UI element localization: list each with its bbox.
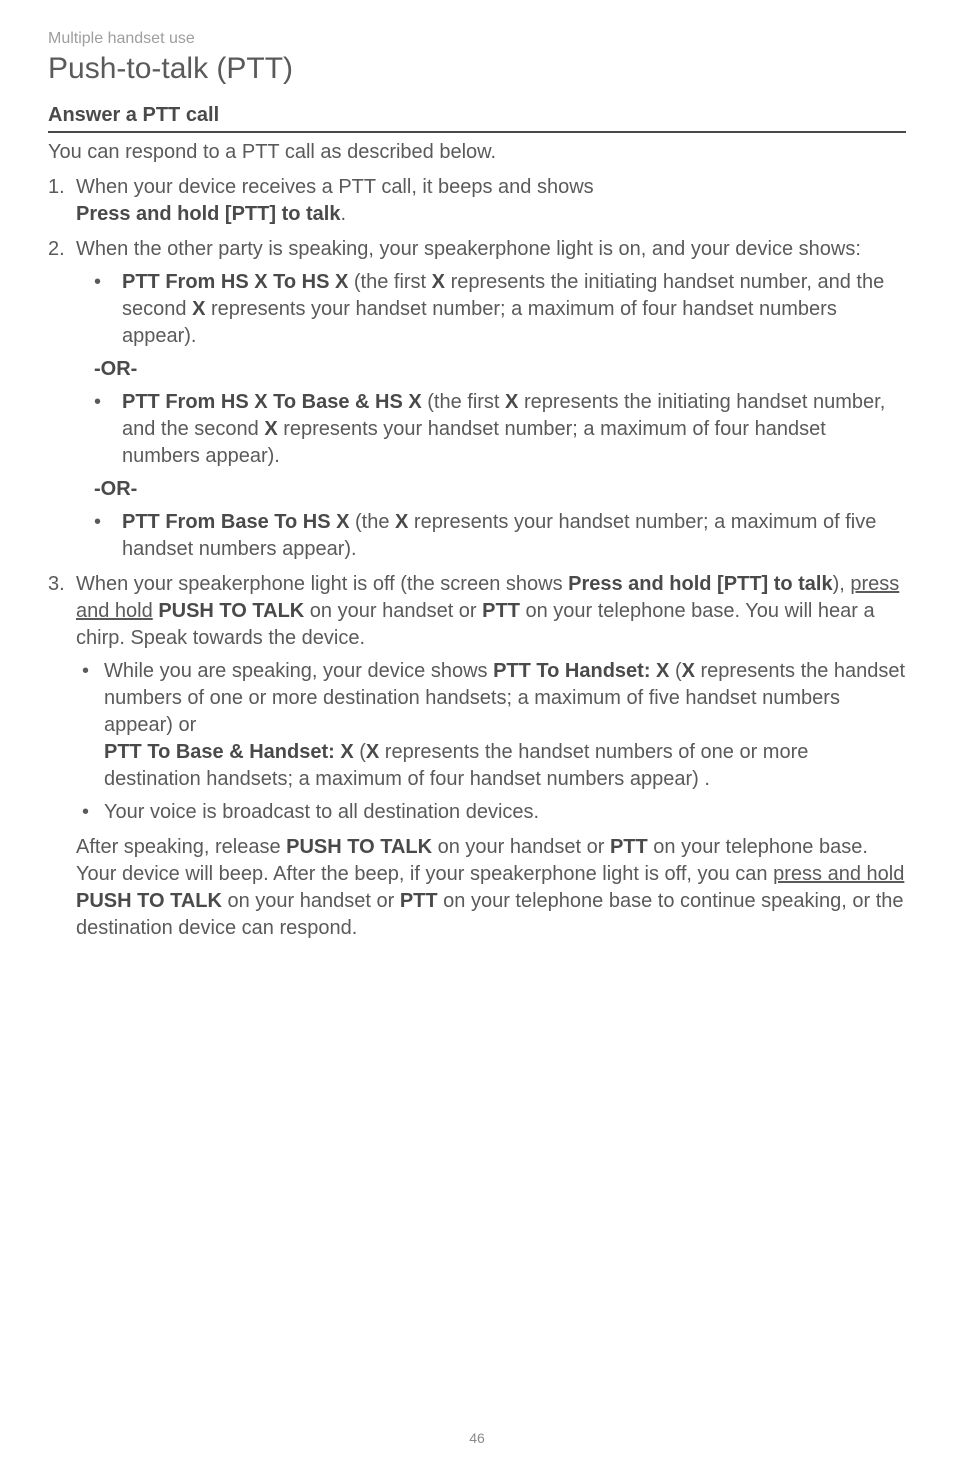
s3-bold1: Press and hold [PTT] to talk — [568, 573, 832, 595]
step-2-lead: When the other party is speaking, your s… — [76, 238, 861, 260]
s3a-bold1: PUSH TO TALK — [286, 836, 432, 858]
step-1: When your device receives a PTT call, it… — [48, 174, 906, 228]
s3b1-bold1: PTT To Handset: X — [493, 660, 669, 682]
s2b2-x1: X — [505, 391, 518, 413]
intro-text: You can respond to a PTT call as describ… — [48, 139, 906, 166]
s3-t4: on your handset or — [304, 600, 482, 622]
step-2-bullets-2: PTT From HS X To Base & HS X (the first … — [76, 389, 906, 470]
s2b2-x2: X — [264, 418, 277, 440]
step-2-bullets: PTT From HS X To HS X (the first X repre… — [76, 269, 906, 350]
s3a-under1: press and hold — [773, 863, 904, 885]
s3b1-t1: While you are speaking, your device show… — [104, 660, 493, 682]
s3a-t5: on your handset or — [222, 890, 400, 912]
s2b3-bold: PTT From Base To HS X — [122, 511, 349, 533]
s3b1-x1: X — [682, 660, 695, 682]
s3-bold3: PTT — [482, 600, 520, 622]
step-1-lead: When your device receives a PTT call, it… — [76, 176, 594, 198]
s2b1-t3: represents your handset number; a maximu… — [122, 298, 837, 347]
step-2-bullet-2: PTT From HS X To Base & HS X (the first … — [76, 389, 906, 470]
step-1-trail: . — [340, 203, 346, 225]
page-title: Push-to-talk (PTT) — [48, 52, 906, 86]
s3-t1: When your speakerphone light is off (the… — [76, 573, 568, 595]
s3a-bold2: PTT — [610, 836, 648, 858]
breadcrumb: Multiple handset use — [48, 30, 906, 48]
s2b1-t1: (the first — [348, 271, 431, 293]
s3b1-x2: X — [366, 741, 379, 763]
step-3: When your speakerphone light is off (the… — [48, 571, 906, 942]
steps-list: When your device receives a PTT call, it… — [48, 174, 906, 942]
page-number: 46 — [0, 1430, 954, 1446]
or-2: -OR- — [94, 476, 906, 503]
section-heading: Answer a PTT call — [48, 104, 906, 133]
step-3-bullet-2: Your voice is broadcast to all destinati… — [76, 799, 906, 826]
step-2: When the other party is speaking, your s… — [48, 236, 906, 563]
s3b1-bold2: PTT To Base & Handset: X — [104, 741, 354, 763]
s2b1-bold: PTT From HS X To HS X — [122, 271, 348, 293]
s2b1-x2: X — [192, 298, 205, 320]
s2b3-t1: (the — [349, 511, 395, 533]
step-2-bullets-3: PTT From Base To HS X (the X represents … — [76, 509, 906, 563]
s2b2-bold: PTT From HS X To Base & HS X — [122, 391, 422, 413]
s3a-bold4: PTT — [400, 890, 438, 912]
step-3-bullet-1: While you are speaking, your device show… — [76, 658, 906, 793]
step-3-bullets: While you are speaking, your device show… — [76, 658, 906, 826]
s3a-t1: After speaking, release — [76, 836, 286, 858]
s3a-t2: on your handset or — [432, 836, 610, 858]
or-1: -OR- — [94, 356, 906, 383]
step-1-bold: Press and hold [PTT] to talk — [76, 203, 340, 225]
s3b1-t2: ( — [669, 660, 681, 682]
s2b2-t1: (the first — [422, 391, 505, 413]
step-2-bullet-1: PTT From HS X To HS X (the first X repre… — [76, 269, 906, 350]
s3-bold2: PUSH TO TALK — [158, 600, 304, 622]
step-2-bullet-3: PTT From Base To HS X (the X represents … — [76, 509, 906, 563]
s3a-bold3: PUSH TO TALK — [76, 890, 222, 912]
s3b1-t4: ( — [354, 741, 366, 763]
s2b1-x1: X — [432, 271, 445, 293]
s2b3-x1: X — [395, 511, 408, 533]
s3-t2: ), — [833, 573, 851, 595]
step-3-after: After speaking, release PUSH TO TALK on … — [76, 834, 906, 942]
